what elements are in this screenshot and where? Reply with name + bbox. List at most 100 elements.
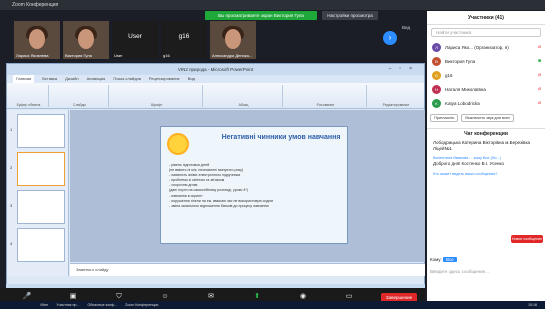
next-videos-button[interactable]: › xyxy=(383,31,397,45)
video-name: g16 xyxy=(163,53,170,58)
video-name: User xyxy=(114,53,123,58)
slide-number: 2 xyxy=(10,165,13,170)
participant-name: Виктория Гула xyxy=(445,58,476,64)
group-label: Слайды xyxy=(72,103,87,107)
participant-name: Наталя Миколаївна xyxy=(445,86,486,92)
recipient-select[interactable]: Все xyxy=(443,257,457,262)
video-tile[interactable]: Лариса Яковлева xyxy=(14,21,60,59)
ribbon-group-clipboard[interactable]: Буфер обмена xyxy=(9,85,49,107)
tab-design[interactable]: Дизайн xyxy=(65,75,78,83)
avatar: Л xyxy=(432,42,441,52)
group-label: Редактирование xyxy=(382,103,410,107)
slide-notes[interactable]: Заметки к слайду xyxy=(70,263,425,276)
video-name: Александра Деника... xyxy=(212,53,253,58)
video-name-big: User xyxy=(128,33,142,40)
ribbon-group-slides[interactable]: Слайды xyxy=(51,85,109,107)
video-strip: Лариса Яковлева Виктория Гула User User g… xyxy=(14,21,394,59)
video-name: Лариса Яковлева xyxy=(16,53,49,58)
slide-thumb[interactable]: 3 xyxy=(10,190,65,224)
muted-mic-icon: ⌀ xyxy=(537,72,541,78)
participant-item[interactable]: В Виктория Гула ■ xyxy=(427,54,545,68)
avatar: В xyxy=(432,56,441,66)
chat-recipient: Кому: Все xyxy=(430,257,457,262)
participant-actions: Пригласить Выключить звук для всех xyxy=(427,110,545,126)
slide-thumb[interactable]: 1 xyxy=(10,114,65,148)
ppt-ribbon-tabs: Главная Вставка Дизайн Анимация Показ сл… xyxy=(7,75,424,83)
avatar: Н xyxy=(432,84,441,94)
ribbon-group-paragraph[interactable]: Абзац xyxy=(205,85,283,107)
video-tile[interactable]: Виктория Гула xyxy=(63,21,109,59)
participant-item[interactable]: K Katya Lobodricka ⌀ xyxy=(427,96,545,110)
person-face xyxy=(225,29,241,49)
slide-number: 3 xyxy=(10,203,13,208)
sharing-icon: ■ xyxy=(537,58,541,64)
ribbon-group-font[interactable]: Шрифт xyxy=(111,85,203,107)
invite-button[interactable]: Пригласить xyxy=(430,114,459,122)
windows-taskbar: Viber Участник пр... Облачные конф... Zo… xyxy=(0,301,545,309)
slide-thumb[interactable]: 4 xyxy=(10,228,65,262)
tab-insert[interactable]: Вставка xyxy=(42,75,57,83)
share-screen-icon: ⬆ xyxy=(254,292,260,300)
chat-header: Чат конференции xyxy=(427,128,545,138)
taskbar-item[interactable]: Участник пр... xyxy=(56,303,79,307)
participant-name: Лариса Яко... (Организатор, я) xyxy=(445,44,509,50)
chat-icon: ✉ xyxy=(208,292,214,300)
tab-slideshow[interactable]: Показ слайдов xyxy=(113,75,141,83)
ribbon-group-drawing[interactable]: Рисование xyxy=(285,85,367,107)
person-face xyxy=(29,29,45,49)
group-label: Шрифт xyxy=(150,103,163,107)
video-tile[interactable]: User User xyxy=(112,21,158,59)
slide-thumb[interactable]: 2 xyxy=(10,152,65,186)
current-slide[interactable]: Негативні чинники умов навчання - рівень… xyxy=(160,126,348,244)
taskbar-item[interactable]: Viber xyxy=(40,303,48,307)
tab-animation[interactable]: Анимация xyxy=(87,75,106,83)
tab-home[interactable]: Главная xyxy=(13,75,35,83)
new-message-button[interactable]: Новое сообщение xyxy=(511,235,543,243)
chat-messages: Лободрицька Катерина Вікторівна м.Березі… xyxy=(427,138,545,179)
whiteboard-icon: ▭ xyxy=(345,292,353,300)
slide-number: 1 xyxy=(10,127,13,132)
participant-name: Katya Lobodricka xyxy=(445,100,480,106)
tab-review[interactable]: Рецензирование xyxy=(149,75,180,83)
participants-icon: ☺ xyxy=(161,292,169,300)
taskbar-item[interactable]: Облачные конф... xyxy=(87,303,117,307)
slide-canvas: Негативні чинники умов навчання - рівень… xyxy=(70,110,425,262)
muted-mic-icon: ⌀ xyxy=(537,100,541,106)
slide-thumbnails: 1 2 3 4 xyxy=(7,110,69,276)
participant-search-input[interactable]: Найти участника xyxy=(431,28,541,37)
participant-item[interactable]: Л Лариса Яко... (Организатор, я) ⌀ xyxy=(427,40,545,54)
window-controls[interactable]: –▫× xyxy=(389,64,420,75)
participant-item[interactable]: Gg16 ⌀ xyxy=(427,68,545,82)
side-panel: Участники (41) Найти участника Л Лариса Я… xyxy=(427,11,545,309)
ribbon-group-editing[interactable]: Редактирование xyxy=(369,85,423,107)
zoom-title-bar: Zoom Конференция xyxy=(0,0,545,10)
participants-header: Участники (41) xyxy=(427,11,545,25)
sun-icon xyxy=(167,133,189,155)
tab-view[interactable]: Вид xyxy=(188,75,195,83)
muted-mic-icon: ⌀ xyxy=(537,44,541,50)
participant-name: g16 xyxy=(445,72,453,78)
taskbar-item[interactable]: Zoom Конференции xyxy=(125,303,158,307)
chat-message-text: Лободрицька Катерина Вікторівна м.Березі… xyxy=(433,140,531,151)
video-name-big: g16 xyxy=(178,33,190,40)
mute-all-button[interactable]: Выключить звук для всех xyxy=(461,114,514,122)
view-label[interactable]: Вид xyxy=(402,25,410,30)
muted-mic-icon: ⌀ xyxy=(537,86,541,92)
person-face xyxy=(78,29,94,49)
participant-item[interactable]: Н Наталя Миколаївна ⌀ xyxy=(427,82,545,96)
who-can-see-link[interactable]: Кто может видеть ваши сообщения? xyxy=(433,171,539,177)
camera-icon: ▣ xyxy=(69,292,77,300)
video-tile[interactable]: Александра Деника... xyxy=(210,21,256,59)
group-label: Абзац xyxy=(238,103,249,107)
bullet: - зміна загального відношення батьків до… xyxy=(169,203,269,208)
slide-title: Негативні чинники умов навчання xyxy=(221,134,341,141)
video-tile[interactable]: g16 g16 xyxy=(161,21,207,59)
powerpoint-window: VIN2 природа - Microsoft PowerPoint –▫× … xyxy=(6,63,425,285)
chat-message-text: Доброго дня! Костенко В.І. Усенко xyxy=(433,161,504,166)
ppt-ribbon: Буфер обмена Слайды Шрифт Абзац Рисовани… xyxy=(7,83,424,109)
microphone-icon: 🎤 xyxy=(22,292,32,300)
zoom-window: Zoom Конференция Вы просматриваете экран… xyxy=(0,0,545,309)
chat-input[interactable]: Введите здесь сообщение... xyxy=(430,269,489,274)
share-banner: Вы просматриваете экран Виктория Гула xyxy=(205,11,317,20)
view-options-button[interactable]: Настройки просмотра xyxy=(322,11,378,20)
